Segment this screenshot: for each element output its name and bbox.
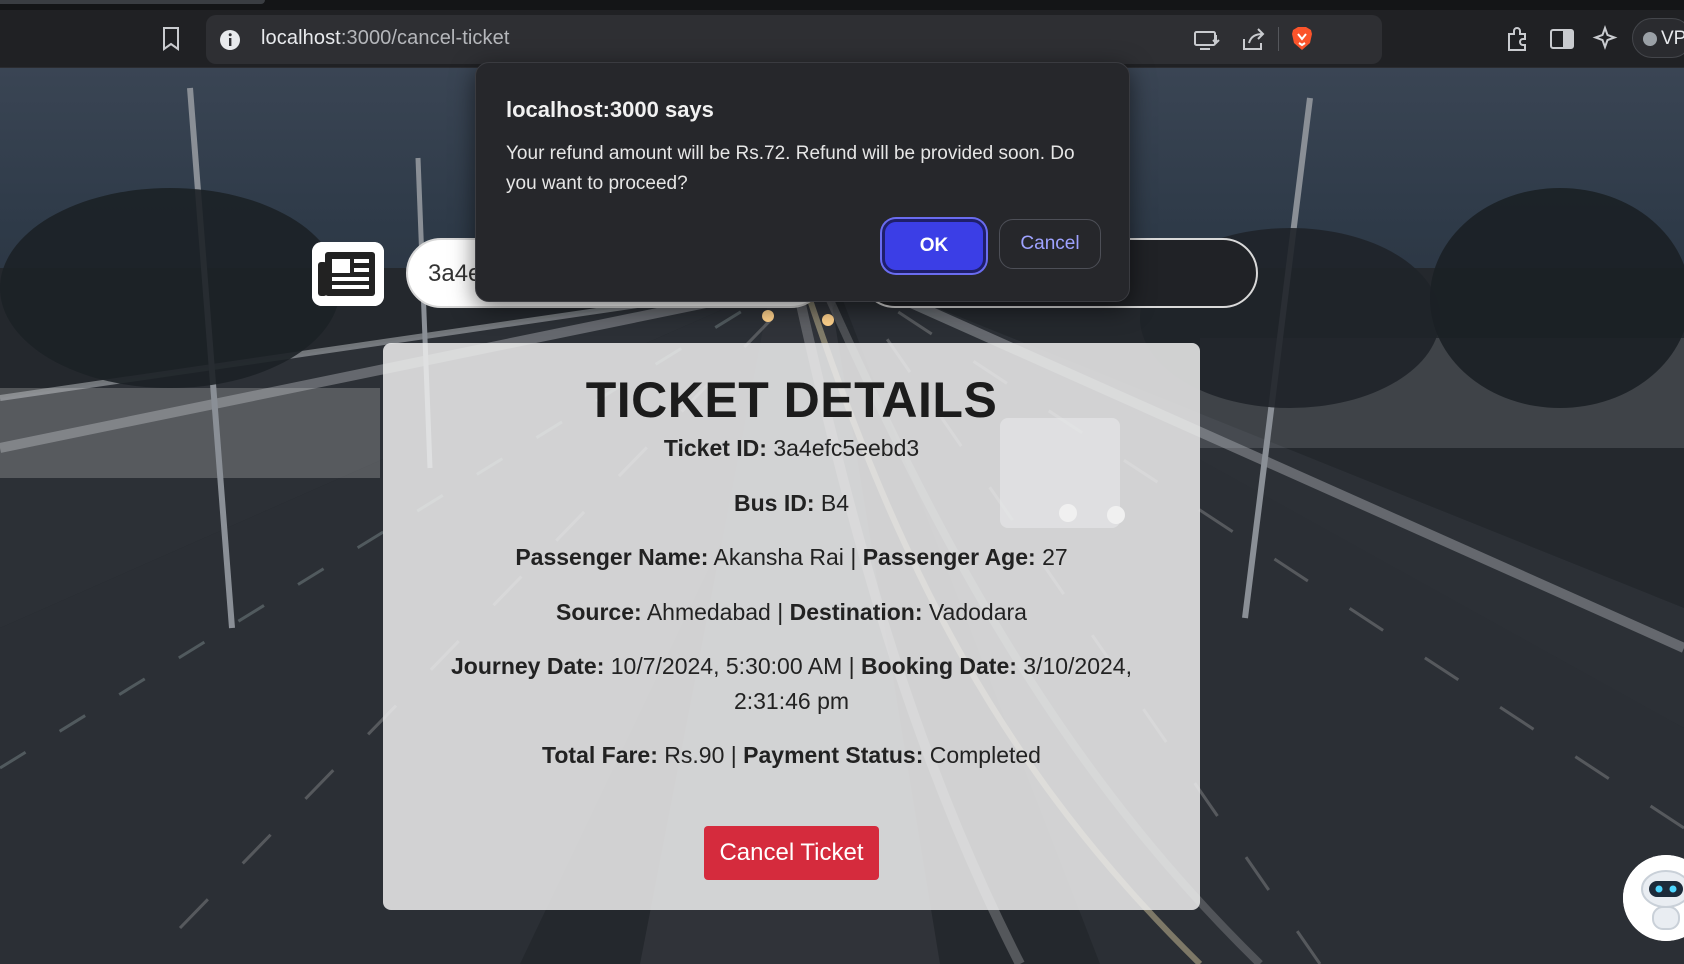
separator: | <box>850 544 857 570</box>
ticket-id-label: Ticket ID: <box>663 435 767 461</box>
url-text[interactable]: localhost:3000/cancel-ticket <box>261 27 510 50</box>
toolbar-divider <box>1278 27 1279 51</box>
chatbot-launcher[interactable] <box>1623 855 1684 941</box>
payment-status-value: Completed <box>929 742 1041 768</box>
install-app-icon[interactable] <box>1192 26 1220 54</box>
newspaper-logo-icon[interactable] <box>312 242 384 306</box>
info-icon[interactable] <box>218 28 242 52</box>
sidebar-toggle-icon[interactable] <box>1548 25 1576 53</box>
card-title: TICKET DETAILS <box>585 372 998 428</box>
dialog-title: localhost:3000 says <box>506 97 714 122</box>
extensions-icon[interactable] <box>1504 25 1532 53</box>
brave-shields-icon[interactable] <box>1288 25 1316 53</box>
cancel-ticket-button[interactable]: Cancel Ticket <box>704 826 879 880</box>
bus-id-row: Bus ID: B4 <box>423 486 1160 521</box>
source-value: Ahmedabad <box>646 599 771 625</box>
total-fare-label: Total Fare: <box>542 742 658 768</box>
robot-icon <box>1623 855 1684 941</box>
address-bar[interactable]: localhost:3000/cancel-ticket <box>206 15 1382 64</box>
tab-strip <box>0 0 1684 10</box>
newspaper-icon <box>312 242 384 306</box>
active-tab-edge <box>0 0 265 4</box>
vpn-label: VP <box>1661 28 1684 49</box>
bus-id-value: B4 <box>820 490 850 516</box>
dates-row: Journey Date: 10/7/2024, 5:30:00 AM | Bo… <box>423 649 1160 719</box>
journey-date-label: Journey Date: <box>451 653 605 679</box>
url-path: :3000/cancel-ticket <box>340 27 510 49</box>
source-label: Source: <box>556 599 642 625</box>
fare-row: Total Fare: Rs.90 | Payment Status: Comp… <box>423 738 1160 773</box>
browser-toolbar: localhost:3000/cancel-ticket VP <box>0 10 1684 68</box>
url-host: localhost <box>261 27 341 49</box>
booking-time-value: 2:31:46 pm <box>733 688 850 714</box>
share-icon[interactable] <box>1239 26 1267 54</box>
passenger-row: Passenger Name: Akansha Rai | Passenger … <box>423 540 1160 575</box>
journey-date-value: 10/7/2024, 5:30:00 AM <box>610 653 843 679</box>
vpn-button[interactable]: VP <box>1632 18 1684 58</box>
route-row: Source: Ahmedabad | Destination: Vadodar… <box>423 595 1160 630</box>
vpn-status-dot <box>1643 32 1657 46</box>
confirm-dialog: localhost:3000 says Your refund amount w… <box>475 62 1130 302</box>
bus-id-label: Bus ID: <box>733 490 815 516</box>
passenger-name-label: Passenger Name: <box>515 544 709 570</box>
separator: | <box>777 599 784 625</box>
booking-date-value: 3/10/2024, <box>1023 653 1132 679</box>
ticket-id-input-value: 3a4e <box>428 260 482 287</box>
ticket-details-card: TICKET DETAILS Ticket ID: 3a4efc5eebd3 B… <box>383 343 1200 910</box>
ticket-id-value: 3a4efc5eebd3 <box>773 435 920 461</box>
total-fare-value: Rs.90 <box>664 742 725 768</box>
booking-date-label: Booking Date: <box>861 653 1017 679</box>
destination-value: Vadodara <box>928 599 1027 625</box>
dialog-message: Your refund amount will be Rs.72. Refund… <box>506 143 1075 194</box>
passenger-age-label: Passenger Age: <box>862 544 1036 570</box>
bookmark-icon[interactable] <box>160 26 182 52</box>
separator: | <box>848 653 855 679</box>
cancel-button[interactable]: Cancel <box>999 219 1101 269</box>
separator: | <box>730 742 737 768</box>
destination-label: Destination: <box>789 599 923 625</box>
leo-ai-icon[interactable] <box>1592 25 1620 53</box>
ticket-id-row: Ticket ID: 3a4efc5eebd3 <box>423 431 1160 466</box>
ok-button[interactable]: OK <box>882 219 986 273</box>
passenger-age-value: 27 <box>1042 544 1068 570</box>
payment-status-label: Payment Status: <box>743 742 924 768</box>
passenger-name-value: Akansha Rai <box>713 544 844 570</box>
